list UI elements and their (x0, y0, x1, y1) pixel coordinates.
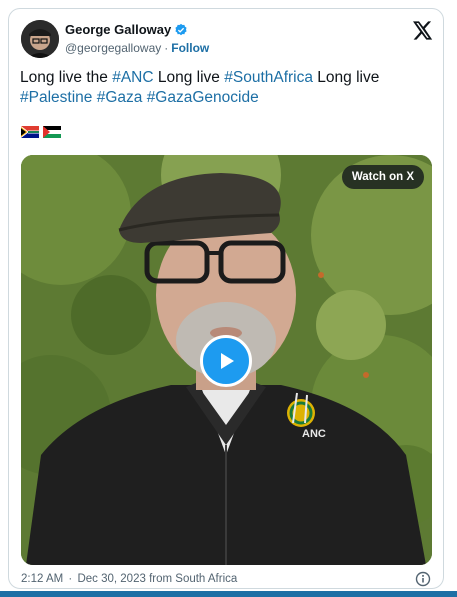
palestine-flag-icon (43, 126, 61, 138)
hashtag-link[interactable]: #ANC (112, 69, 153, 86)
footer-separator: · (68, 573, 73, 585)
hashtag-link[interactable]: #Palestine (20, 89, 92, 106)
hashtag-link[interactable]: #SouthAfrica (224, 69, 313, 86)
hashtag-link[interactable]: #Gaza (97, 89, 143, 106)
tweet-card: George Galloway @georgegalloway · Follow… (8, 8, 444, 589)
play-button[interactable] (200, 335, 252, 387)
tweet-text-segment: Long live (153, 69, 225, 86)
tweet-text-segment: Long live (313, 69, 380, 86)
window-bottom-edge (0, 591, 457, 597)
author-name[interactable]: George Galloway (65, 22, 171, 37)
author-name-row[interactable]: George Galloway (65, 22, 188, 37)
handle-separator: · (164, 41, 169, 55)
handle-row: @georgegalloway · Follow (65, 41, 209, 55)
tweet-footer: 2:12 AM · Dec 30, 2023 from South Africa (21, 573, 237, 585)
info-icon[interactable] (415, 571, 431, 587)
verified-badge-icon (174, 23, 188, 37)
tweet-date[interactable]: Dec 30, 2023 (77, 573, 145, 585)
flag-emojis (21, 126, 61, 138)
tweet-location: from South Africa (149, 573, 238, 585)
author-handle[interactable]: @georgegalloway (65, 41, 161, 55)
hashtag-link[interactable]: #GazaGenocide (147, 89, 259, 106)
x-logo-icon[interactable] (413, 21, 433, 40)
tweet-time[interactable]: 2:12 AM (21, 573, 63, 585)
tweet-text-segment: Long live the (20, 69, 113, 86)
play-icon (221, 353, 234, 369)
video-player[interactable]: ANC Watch on X (21, 155, 432, 565)
avatar[interactable] (21, 20, 59, 58)
watch-on-x-button[interactable]: Watch on X (341, 165, 424, 189)
tweet-text: Long live the #ANC Long live #SouthAfric… (20, 68, 430, 108)
anc-logo-text: ANC (302, 428, 326, 440)
south-africa-flag-icon (21, 126, 39, 138)
follow-button[interactable]: Follow (171, 41, 209, 55)
